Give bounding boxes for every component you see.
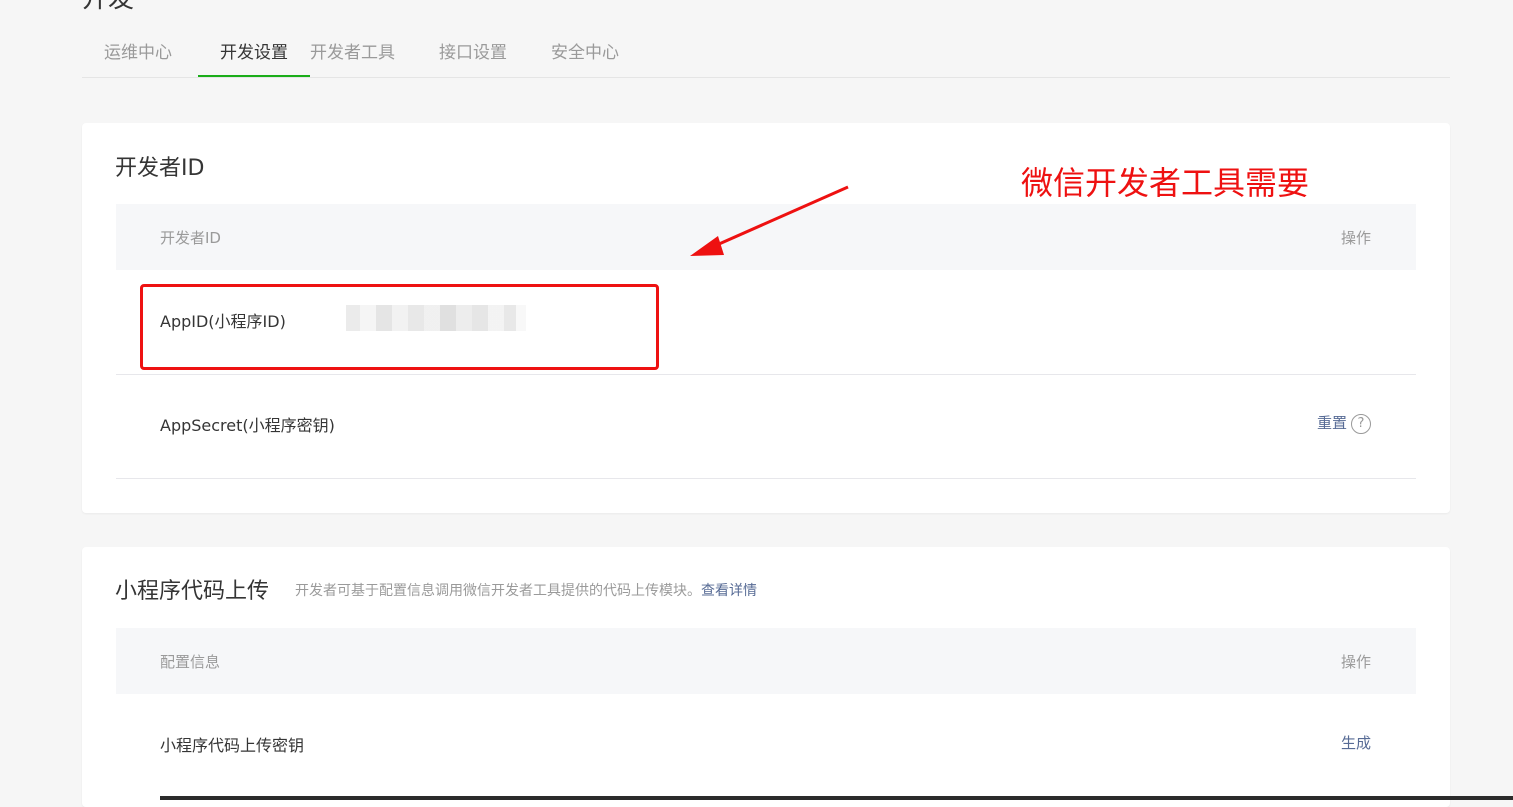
appsecret-label: AppSecret(小程序密钥) bbox=[160, 416, 335, 435]
tab-bar: 运维中心 开发设置 开发者工具 接口设置 安全中心 bbox=[82, 30, 1450, 78]
question-circle-icon[interactable]: ? bbox=[1351, 414, 1371, 434]
col-developer-id: 开发者ID bbox=[160, 229, 221, 247]
generate-link[interactable]: 生成 bbox=[1341, 732, 1371, 753]
col-config-info: 配置信息 bbox=[160, 653, 221, 671]
developer-id-title: 开发者ID bbox=[115, 156, 205, 181]
code-upload-card: 小程序代码上传 开发者可基于配置信息调用微信开发者工具提供的代码上传模块。查看详… bbox=[82, 547, 1450, 807]
view-details-link[interactable]: 查看详情 bbox=[701, 583, 757, 599]
page-title: 开发 bbox=[82, 0, 134, 15]
developer-id-table-header: 开发者ID 操作 bbox=[116, 204, 1416, 270]
bottom-scroll-bar bbox=[160, 796, 1513, 800]
table-row-upload-key: 小程序代码上传密钥 生成 bbox=[116, 694, 1416, 798]
tab-dev-tools[interactable]: 开发者工具 bbox=[310, 30, 395, 77]
col-operation-2: 操作 bbox=[1340, 653, 1371, 671]
annotation-text: 微信开发者工具需要 bbox=[1021, 164, 1310, 202]
tab-api-settings[interactable]: 接口设置 bbox=[439, 30, 507, 77]
col-operation: 操作 bbox=[1340, 229, 1371, 247]
upload-key-label: 小程序代码上传密钥 bbox=[160, 736, 305, 755]
reset-link[interactable]: 重置 bbox=[1317, 414, 1347, 432]
code-upload-desc-text: 开发者可基于配置信息调用微信开发者工具提供的代码上传模块。 bbox=[295, 583, 701, 599]
annotation-highlight-box bbox=[140, 284, 659, 370]
tab-security-center[interactable]: 安全中心 bbox=[551, 30, 619, 77]
code-upload-title: 小程序代码上传 bbox=[115, 579, 270, 604]
tab-ops-center[interactable]: 运维中心 bbox=[104, 30, 172, 77]
tab-dev-settings[interactable]: 开发设置 bbox=[198, 30, 310, 77]
code-upload-description: 开发者可基于配置信息调用微信开发者工具提供的代码上传模块。查看详情 bbox=[295, 580, 757, 600]
table-row-appsecret: AppSecret(小程序密钥) 重置? bbox=[116, 374, 1416, 479]
upload-table-header: 配置信息 操作 bbox=[116, 628, 1416, 694]
